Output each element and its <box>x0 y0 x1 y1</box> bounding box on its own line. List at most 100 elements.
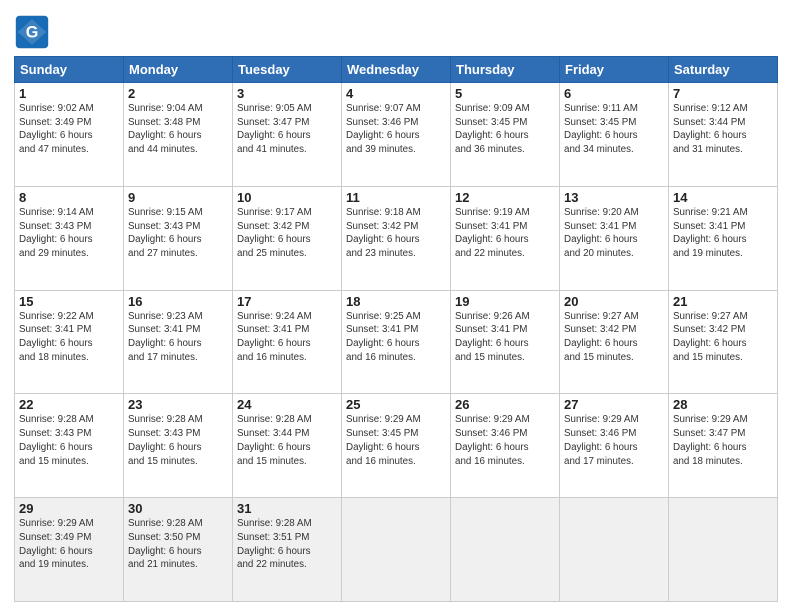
day-number: 2 <box>128 86 228 101</box>
day-number: 30 <box>128 501 228 516</box>
day-number: 22 <box>19 397 119 412</box>
cell-info: Sunrise: 9:28 AM Sunset: 3:43 PM Dayligh… <box>128 413 228 468</box>
cell-info: Sunrise: 9:19 AM Sunset: 3:41 PM Dayligh… <box>455 206 555 261</box>
calendar-cell: 13Sunrise: 9:20 AM Sunset: 3:41 PM Dayli… <box>560 186 669 290</box>
calendar-cell: 11Sunrise: 9:18 AM Sunset: 3:42 PM Dayli… <box>342 186 451 290</box>
cell-info: Sunrise: 9:21 AM Sunset: 3:41 PM Dayligh… <box>673 206 773 261</box>
calendar-cell: 12Sunrise: 9:19 AM Sunset: 3:41 PM Dayli… <box>451 186 560 290</box>
day-number: 20 <box>564 294 664 309</box>
day-number: 27 <box>564 397 664 412</box>
header: G <box>14 10 778 50</box>
calendar-cell: 21Sunrise: 9:27 AM Sunset: 3:42 PM Dayli… <box>669 290 778 394</box>
day-number: 21 <box>673 294 773 309</box>
logo: G <box>14 14 54 50</box>
calendar-cell: 25Sunrise: 9:29 AM Sunset: 3:45 PM Dayli… <box>342 394 451 498</box>
calendar-table: SundayMondayTuesdayWednesdayThursdayFrid… <box>14 56 778 602</box>
calendar-header-saturday: Saturday <box>669 57 778 83</box>
calendar-cell: 7Sunrise: 9:12 AM Sunset: 3:44 PM Daylig… <box>669 83 778 187</box>
calendar-cell: 19Sunrise: 9:26 AM Sunset: 3:41 PM Dayli… <box>451 290 560 394</box>
calendar-header-tuesday: Tuesday <box>233 57 342 83</box>
day-number: 18 <box>346 294 446 309</box>
calendar-cell: 31Sunrise: 9:28 AM Sunset: 3:51 PM Dayli… <box>233 498 342 602</box>
calendar-cell: 20Sunrise: 9:27 AM Sunset: 3:42 PM Dayli… <box>560 290 669 394</box>
page: G SundayMondayTuesdayWednesdayThursdayFr… <box>0 0 792 612</box>
cell-info: Sunrise: 9:28 AM Sunset: 3:50 PM Dayligh… <box>128 517 228 572</box>
day-number: 11 <box>346 190 446 205</box>
calendar-cell: 1Sunrise: 9:02 AM Sunset: 3:49 PM Daylig… <box>15 83 124 187</box>
cell-info: Sunrise: 9:17 AM Sunset: 3:42 PM Dayligh… <box>237 206 337 261</box>
calendar-cell: 18Sunrise: 9:25 AM Sunset: 3:41 PM Dayli… <box>342 290 451 394</box>
calendar-cell: 29Sunrise: 9:29 AM Sunset: 3:49 PM Dayli… <box>15 498 124 602</box>
day-number: 8 <box>19 190 119 205</box>
calendar-header-sunday: Sunday <box>15 57 124 83</box>
calendar-cell <box>669 498 778 602</box>
calendar-week-row: 15Sunrise: 9:22 AM Sunset: 3:41 PM Dayli… <box>15 290 778 394</box>
calendar-cell: 24Sunrise: 9:28 AM Sunset: 3:44 PM Dayli… <box>233 394 342 498</box>
cell-info: Sunrise: 9:25 AM Sunset: 3:41 PM Dayligh… <box>346 310 446 365</box>
calendar-cell <box>451 498 560 602</box>
cell-info: Sunrise: 9:26 AM Sunset: 3:41 PM Dayligh… <box>455 310 555 365</box>
calendar-cell: 2Sunrise: 9:04 AM Sunset: 3:48 PM Daylig… <box>124 83 233 187</box>
day-number: 16 <box>128 294 228 309</box>
calendar-header-row: SundayMondayTuesdayWednesdayThursdayFrid… <box>15 57 778 83</box>
cell-info: Sunrise: 9:24 AM Sunset: 3:41 PM Dayligh… <box>237 310 337 365</box>
cell-info: Sunrise: 9:27 AM Sunset: 3:42 PM Dayligh… <box>564 310 664 365</box>
cell-info: Sunrise: 9:02 AM Sunset: 3:49 PM Dayligh… <box>19 102 119 157</box>
calendar-header-monday: Monday <box>124 57 233 83</box>
calendar-cell: 22Sunrise: 9:28 AM Sunset: 3:43 PM Dayli… <box>15 394 124 498</box>
calendar-week-row: 1Sunrise: 9:02 AM Sunset: 3:49 PM Daylig… <box>15 83 778 187</box>
day-number: 4 <box>346 86 446 101</box>
cell-info: Sunrise: 9:29 AM Sunset: 3:45 PM Dayligh… <box>346 413 446 468</box>
day-number: 14 <box>673 190 773 205</box>
calendar-cell: 4Sunrise: 9:07 AM Sunset: 3:46 PM Daylig… <box>342 83 451 187</box>
calendar-cell: 15Sunrise: 9:22 AM Sunset: 3:41 PM Dayli… <box>15 290 124 394</box>
day-number: 9 <box>128 190 228 205</box>
cell-info: Sunrise: 9:29 AM Sunset: 3:49 PM Dayligh… <box>19 517 119 572</box>
calendar-cell: 14Sunrise: 9:21 AM Sunset: 3:41 PM Dayli… <box>669 186 778 290</box>
calendar-cell: 8Sunrise: 9:14 AM Sunset: 3:43 PM Daylig… <box>15 186 124 290</box>
cell-info: Sunrise: 9:15 AM Sunset: 3:43 PM Dayligh… <box>128 206 228 261</box>
day-number: 17 <box>237 294 337 309</box>
cell-info: Sunrise: 9:07 AM Sunset: 3:46 PM Dayligh… <box>346 102 446 157</box>
cell-info: Sunrise: 9:20 AM Sunset: 3:41 PM Dayligh… <box>564 206 664 261</box>
calendar-week-row: 22Sunrise: 9:28 AM Sunset: 3:43 PM Dayli… <box>15 394 778 498</box>
calendar-header-friday: Friday <box>560 57 669 83</box>
cell-info: Sunrise: 9:28 AM Sunset: 3:51 PM Dayligh… <box>237 517 337 572</box>
cell-info: Sunrise: 9:22 AM Sunset: 3:41 PM Dayligh… <box>19 310 119 365</box>
day-number: 31 <box>237 501 337 516</box>
calendar-cell: 3Sunrise: 9:05 AM Sunset: 3:47 PM Daylig… <box>233 83 342 187</box>
calendar-cell: 5Sunrise: 9:09 AM Sunset: 3:45 PM Daylig… <box>451 83 560 187</box>
cell-info: Sunrise: 9:29 AM Sunset: 3:46 PM Dayligh… <box>455 413 555 468</box>
cell-info: Sunrise: 9:28 AM Sunset: 3:44 PM Dayligh… <box>237 413 337 468</box>
calendar-cell: 26Sunrise: 9:29 AM Sunset: 3:46 PM Dayli… <box>451 394 560 498</box>
calendar-cell: 17Sunrise: 9:24 AM Sunset: 3:41 PM Dayli… <box>233 290 342 394</box>
day-number: 10 <box>237 190 337 205</box>
cell-info: Sunrise: 9:29 AM Sunset: 3:47 PM Dayligh… <box>673 413 773 468</box>
calendar-header-wednesday: Wednesday <box>342 57 451 83</box>
cell-info: Sunrise: 9:14 AM Sunset: 3:43 PM Dayligh… <box>19 206 119 261</box>
day-number: 29 <box>19 501 119 516</box>
calendar-cell <box>342 498 451 602</box>
calendar-cell: 23Sunrise: 9:28 AM Sunset: 3:43 PM Dayli… <box>124 394 233 498</box>
calendar-cell <box>560 498 669 602</box>
day-number: 15 <box>19 294 119 309</box>
cell-info: Sunrise: 9:04 AM Sunset: 3:48 PM Dayligh… <box>128 102 228 157</box>
day-number: 3 <box>237 86 337 101</box>
calendar-week-row: 8Sunrise: 9:14 AM Sunset: 3:43 PM Daylig… <box>15 186 778 290</box>
calendar-week-row: 29Sunrise: 9:29 AM Sunset: 3:49 PM Dayli… <box>15 498 778 602</box>
calendar-cell: 6Sunrise: 9:11 AM Sunset: 3:45 PM Daylig… <box>560 83 669 187</box>
calendar-cell: 27Sunrise: 9:29 AM Sunset: 3:46 PM Dayli… <box>560 394 669 498</box>
day-number: 1 <box>19 86 119 101</box>
calendar-header-thursday: Thursday <box>451 57 560 83</box>
cell-info: Sunrise: 9:18 AM Sunset: 3:42 PM Dayligh… <box>346 206 446 261</box>
day-number: 23 <box>128 397 228 412</box>
cell-info: Sunrise: 9:12 AM Sunset: 3:44 PM Dayligh… <box>673 102 773 157</box>
day-number: 25 <box>346 397 446 412</box>
cell-info: Sunrise: 9:29 AM Sunset: 3:46 PM Dayligh… <box>564 413 664 468</box>
calendar-cell: 10Sunrise: 9:17 AM Sunset: 3:42 PM Dayli… <box>233 186 342 290</box>
day-number: 7 <box>673 86 773 101</box>
day-number: 13 <box>564 190 664 205</box>
logo-icon: G <box>14 14 50 50</box>
cell-info: Sunrise: 9:09 AM Sunset: 3:45 PM Dayligh… <box>455 102 555 157</box>
cell-info: Sunrise: 9:28 AM Sunset: 3:43 PM Dayligh… <box>19 413 119 468</box>
